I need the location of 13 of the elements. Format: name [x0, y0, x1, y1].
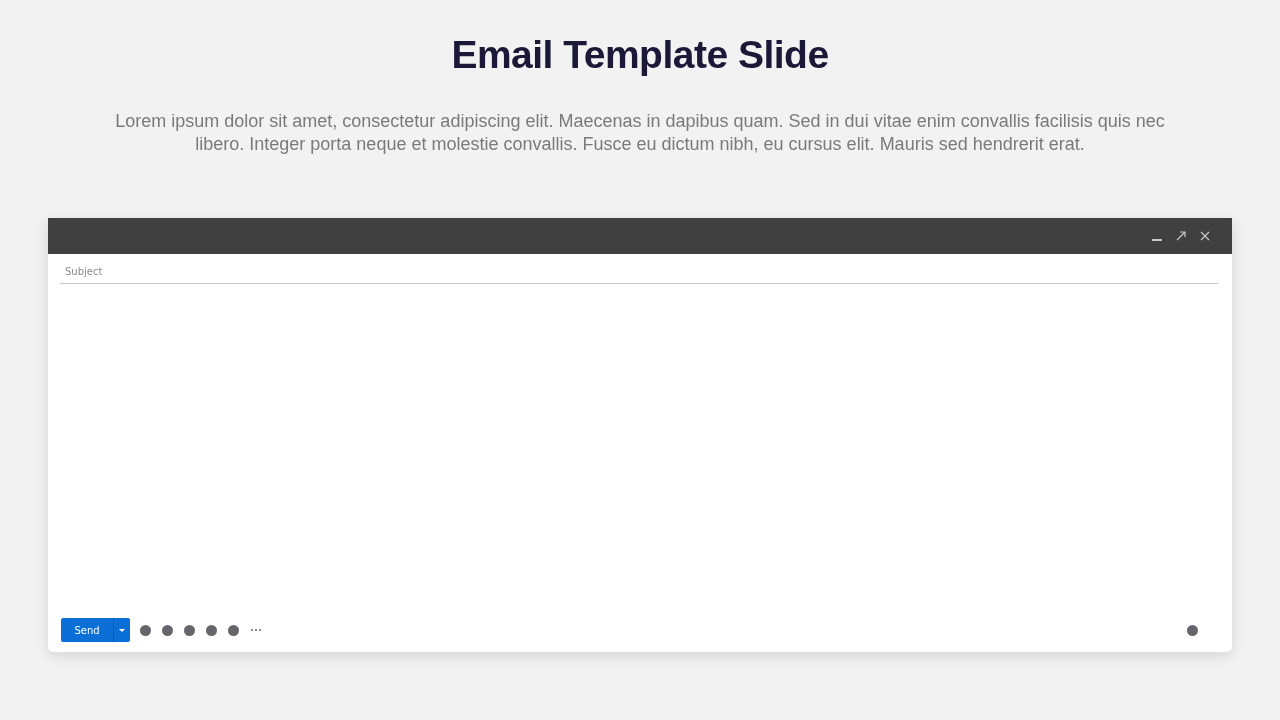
slide-title: Email Template Slide: [451, 32, 829, 78]
circle-icon[interactable]: [184, 624, 195, 636]
caret-icon: [119, 628, 125, 632]
close-icon[interactable]: [1200, 231, 1210, 241]
circle-icon[interactable]: [162, 624, 173, 636]
circle-icon[interactable]: [228, 624, 239, 636]
send-options-button[interactable]: [113, 618, 130, 642]
circle-icon[interactable]: [1187, 624, 1198, 636]
send-button[interactable]: Send: [61, 618, 113, 642]
circle-icon[interactable]: [206, 624, 217, 636]
diagonal-arrow-icon[interactable]: [1176, 231, 1186, 241]
slide-description: Lorem ipsum dolor sit amet, consectetur adipiscing elit. Maecenas in dapibus quam. Sed in dui vitae enim convallis facilisis quis nec libero. Integer porta neque et molestie convallis. Fusce eu dictum nibh, eu cursus elit. Mauris sed hendrerit erat.: [114, 110, 1166, 156]
circle-icon[interactable]: [140, 624, 151, 636]
